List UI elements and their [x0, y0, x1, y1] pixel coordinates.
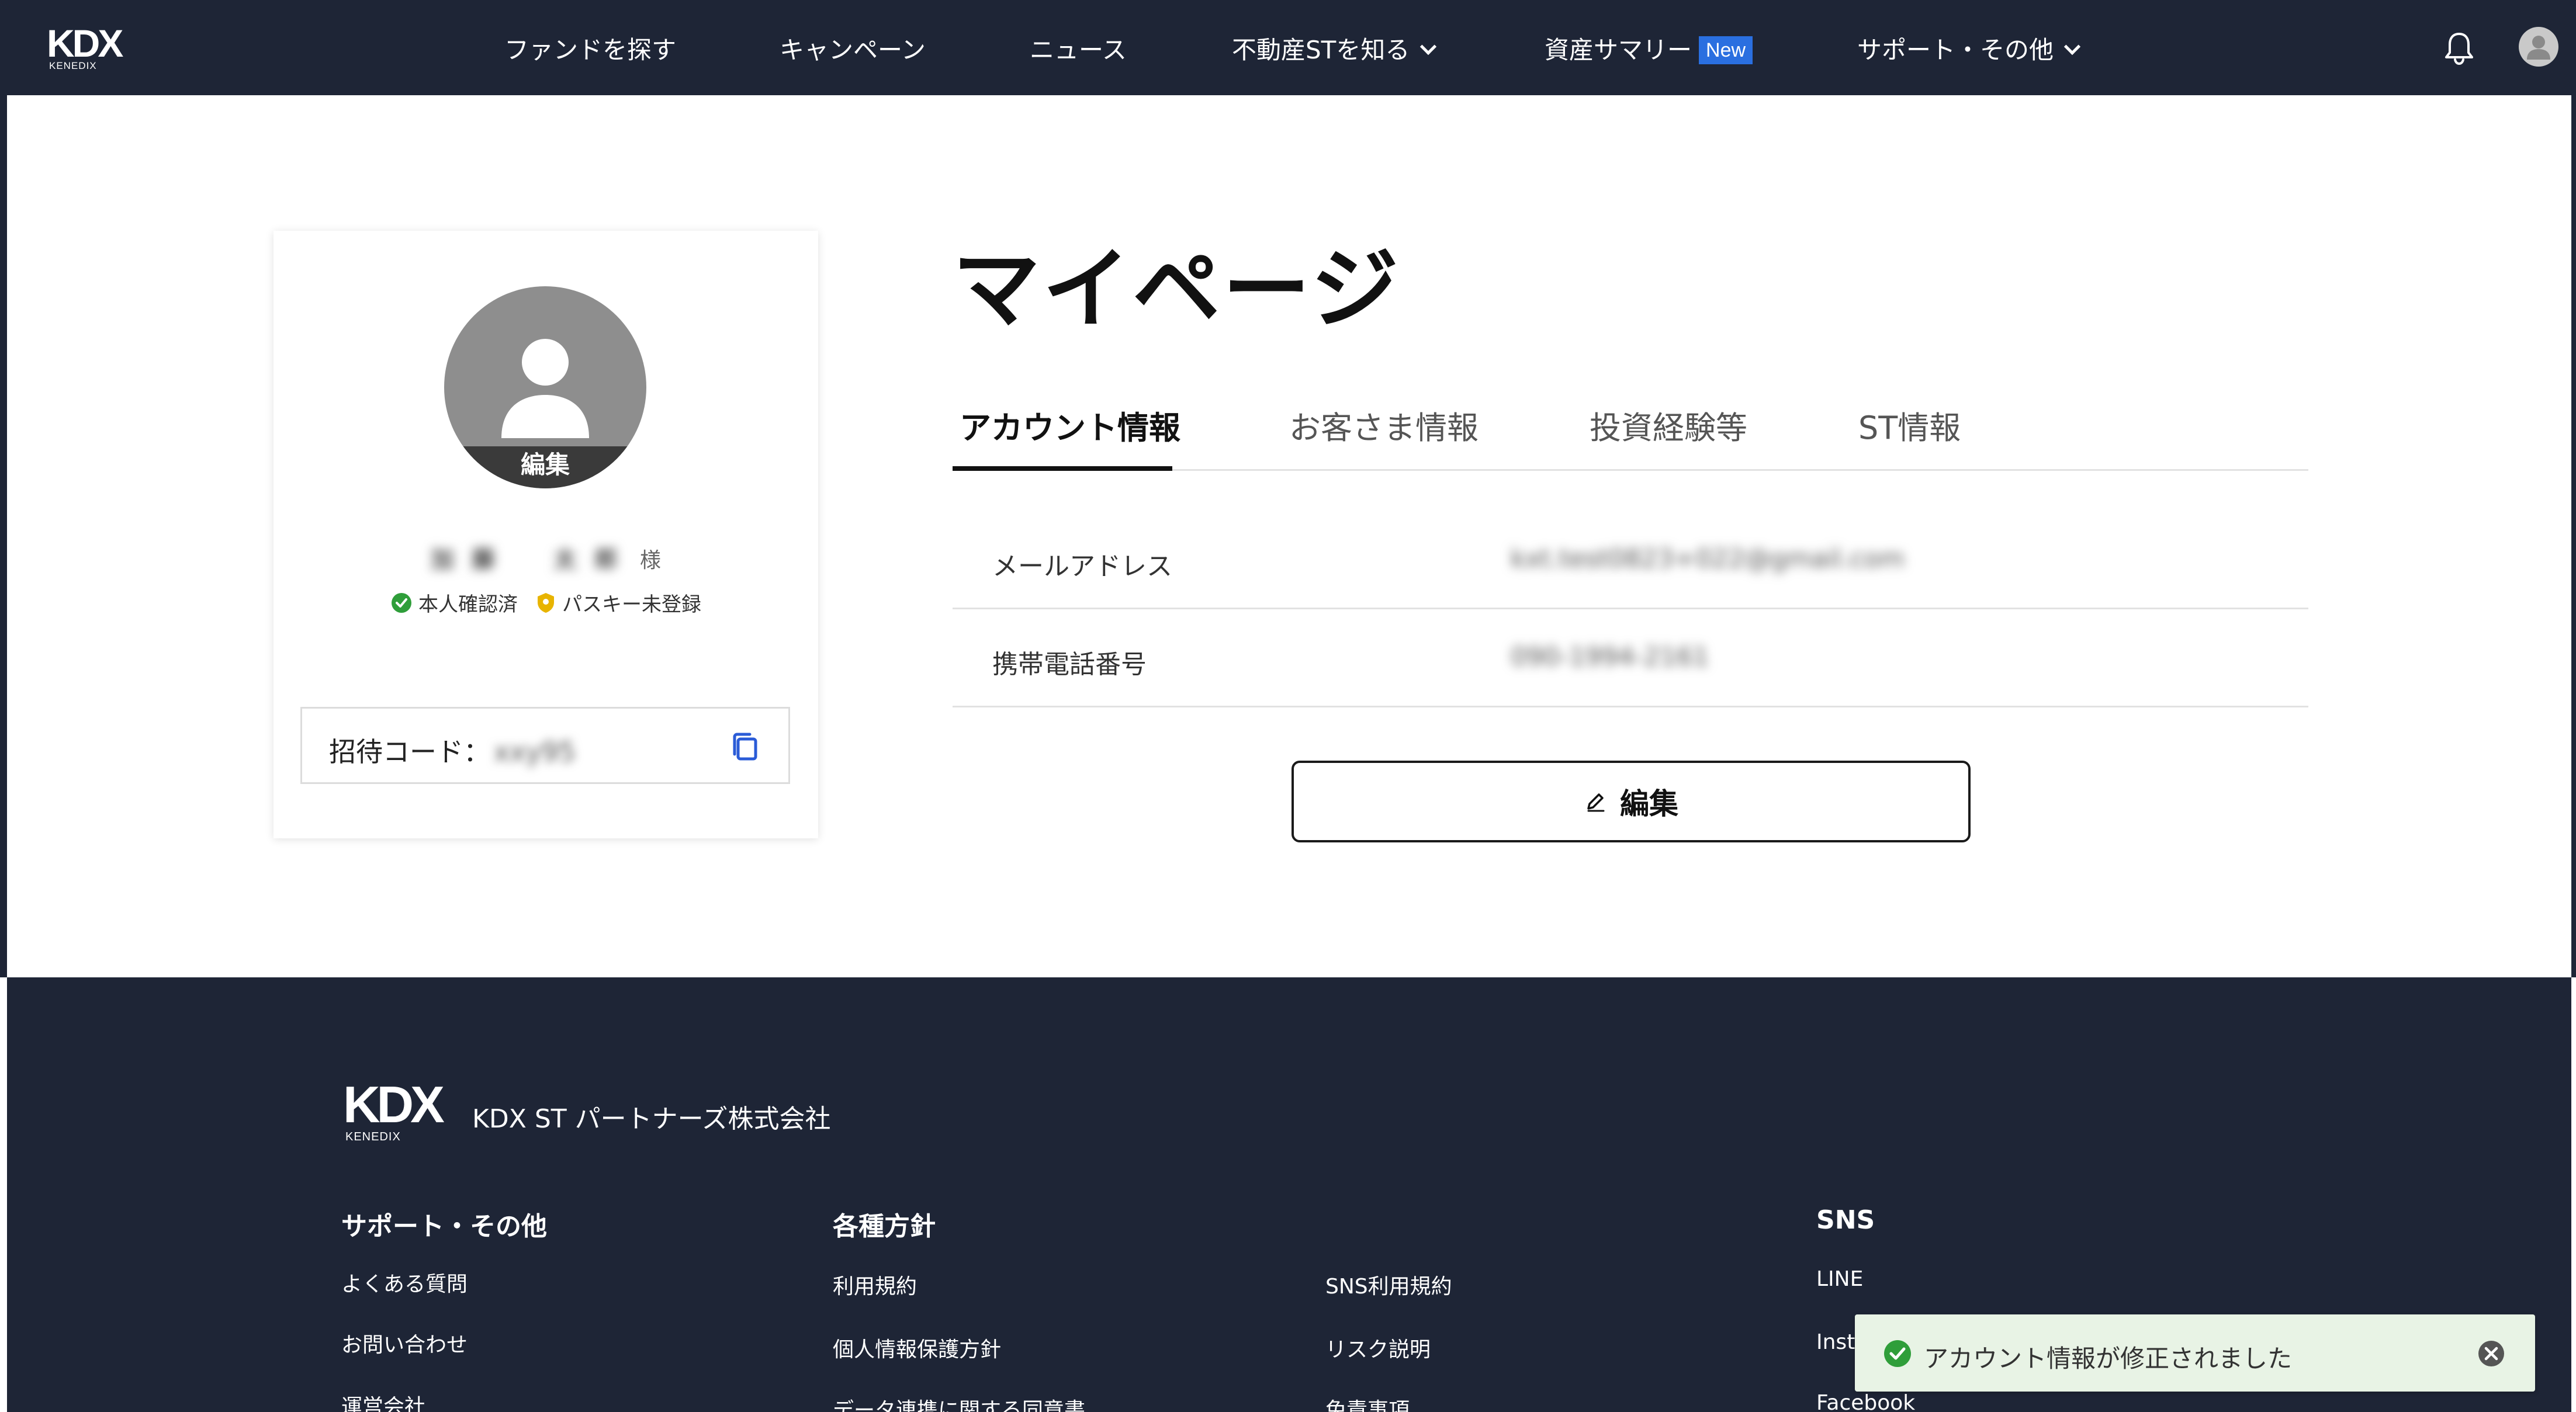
profile-card: 編集 加藤 太郎様 本人確認済 パスキー未登録 招待コード： xxy95 — [273, 231, 818, 838]
nav-find-funds-label: ファンドを探す — [504, 36, 677, 64]
phone-label: 携帯電話番号 — [992, 650, 1147, 679]
invite-code-label: 招待コード： xxy95 — [329, 731, 576, 769]
footer-link-company[interactable]: 運営会社 — [341, 1390, 425, 1412]
honorific: 様 — [639, 549, 661, 573]
close-icon[interactable] — [2477, 1339, 2506, 1368]
identity-verified-badge: 本人確認済 — [390, 588, 518, 617]
footer-link-faq[interactable]: よくある質問 — [341, 1267, 468, 1297]
verification-badges: 本人確認済 パスキー未登録 — [273, 588, 818, 617]
left-frame — [0, 95, 7, 977]
phone-row: 携帯電話番号 090-1994-2161 — [953, 609, 2308, 707]
active-tab-indicator — [953, 466, 1172, 471]
top-header: KDX KENEDIX ファンドを探す キャンペーン ニュース 不動産STを知る… — [0, 0, 2576, 95]
nav-asset-summary-label: 資産サマリー — [1545, 36, 1692, 64]
nav-support-label: サポート・その他 — [1857, 36, 2054, 64]
copy-icon[interactable] — [729, 731, 761, 764]
footer-col-support-title: サポート・その他 — [341, 1212, 547, 1241]
footer-company-name: KDX ST パートナーズ株式会社 — [472, 1104, 831, 1134]
tab-account-info[interactable]: アカウント情報 — [960, 408, 1180, 449]
pencil-icon — [1587, 793, 1605, 812]
avatar-edit-label: 編集 — [444, 446, 646, 488]
footer-link-privacy[interactable]: 個人情報保護方針 — [833, 1333, 1001, 1363]
invite-code-value: xxy95 — [494, 736, 576, 768]
nav-news[interactable]: ニュース — [1030, 35, 1127, 65]
nav-news-label: ニュース — [1030, 36, 1127, 64]
footer-link-data-consent[interactable]: データ連携に関する同意書 — [833, 1393, 1085, 1412]
footer-link-disclaimer[interactable]: 免責事項 — [1325, 1393, 1410, 1412]
footer-link-facebook[interactable]: Facebook — [1816, 1391, 1915, 1412]
nav-campaign[interactable]: キャンペーン — [780, 35, 926, 65]
chevron-down-icon — [2063, 38, 2081, 55]
right-frame — [2571, 95, 2576, 977]
new-badge: New — [1699, 36, 1753, 64]
nav-asset-summary[interactable]: 資産サマリー New — [1545, 35, 1753, 65]
email-value: kxt.test0823+022@gmail.com — [1511, 544, 1905, 574]
tab-bar: アカウント情報 お客さま情報 投資経験等 ST情報 — [953, 397, 2308, 471]
footer-col-sns-title: SNS — [1816, 1205, 1875, 1235]
check-circle-icon — [392, 592, 411, 613]
footer-link-risk[interactable]: リスク説明 — [1325, 1333, 1431, 1363]
bell-icon[interactable] — [2443, 30, 2475, 65]
email-label: メールアドレス — [992, 551, 1172, 581]
edit-button-label: 編集 — [1620, 787, 1678, 821]
footer-link-contact[interactable]: お問い合わせ — [341, 1328, 468, 1358]
kdx-logo[interactable]: KDX KENEDIX — [47, 22, 123, 71]
tab-customer-info[interactable]: お客さま情報 — [1289, 408, 1479, 449]
chevron-down-icon — [1420, 38, 1437, 55]
nav-learn-st[interactable]: 不動産STを知る — [1232, 35, 1437, 65]
footer-link-line[interactable]: LINE — [1816, 1267, 1863, 1291]
footer-logo[interactable]: KDX KENEDIX — [343, 1076, 445, 1144]
user-avatar-icon[interactable] — [2519, 27, 2558, 67]
email-row: メールアドレス kxt.test0823+022@gmail.com — [953, 511, 2308, 609]
identity-verified-label: 本人確認済 — [418, 593, 518, 616]
user-name-value: 加藤 太郎 — [430, 546, 635, 573]
footer-logo-mark: KDX — [343, 1076, 445, 1133]
toast-message: アカウント情報が修正されました — [1924, 1344, 2293, 1373]
footer-col-policies-title: 各種方針 — [833, 1212, 936, 1241]
invite-code-box: 招待コード： xxy95 — [300, 707, 790, 784]
tab-st-info[interactable]: ST情報 — [1858, 408, 1961, 449]
nav-find-funds[interactable]: ファンドを探す — [504, 35, 676, 65]
invite-label-text: 招待コード： — [329, 736, 490, 768]
nav-support[interactable]: サポート・その他 — [1857, 35, 2081, 65]
passkey-label: パスキー未登録 — [562, 593, 701, 616]
check-circle-icon — [1884, 1340, 1911, 1367]
shield-icon — [538, 592, 554, 613]
passkey-badge: パスキー未登録 — [535, 588, 701, 617]
page-title: マイページ — [953, 238, 1401, 341]
footer-logo-sub: KENEDIX — [345, 1130, 401, 1143]
edit-button[interactable]: 編集 — [1292, 761, 1971, 842]
logo-mark: KDX — [47, 22, 123, 65]
profile-avatar[interactable]: 編集 — [444, 286, 646, 488]
success-toast: アカウント情報が修正されました — [1855, 1314, 2535, 1392]
tab-investment-experience[interactable]: 投資経験等 — [1590, 408, 1747, 449]
nav-campaign-label: キャンペーン — [780, 36, 926, 64]
phone-value: 090-1994-2161 — [1511, 642, 1709, 672]
footer-link-terms[interactable]: 利用規約 — [833, 1269, 917, 1300]
user-name: 加藤 太郎様 — [273, 540, 818, 574]
footer-link-sns-terms[interactable]: SNS利用規約 — [1325, 1269, 1452, 1300]
nav-learn-st-label: 不動産STを知る — [1232, 36, 1410, 64]
